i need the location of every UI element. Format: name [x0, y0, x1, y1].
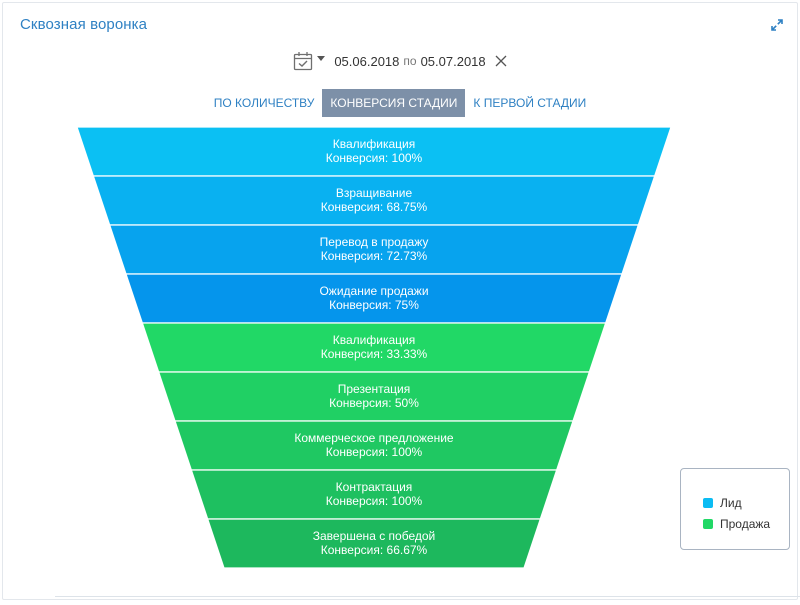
funnel-stage-label: Презентация Конверсия: 50%: [224, 382, 524, 410]
legend-label-sale: Продажа: [720, 517, 771, 531]
stage-conversion: Конверсия: 72.73%: [320, 249, 428, 263]
stage-name: Контрактация: [335, 480, 413, 494]
stage-conversion: Конверсия: 50%: [329, 396, 419, 410]
funnel-stage-label: Завершена с победой Конверсия: 66.67%: [224, 529, 524, 557]
funnel-stage-label: Взращивание Конверсия: 68.75%: [224, 186, 524, 214]
stage-name: Взращивание: [335, 186, 413, 200]
bottom-divider: [55, 596, 800, 597]
stage-name: Завершена с победой: [312, 529, 436, 543]
stage-conversion: Конверсия: 100%: [325, 445, 423, 459]
funnel-stage-label: Квалификация Конверсия: 33.33%: [224, 333, 524, 361]
legend-item-lead[interactable]: Лид: [703, 496, 742, 510]
stage-name: Презентация: [337, 382, 411, 396]
stage-name: Квалификация: [332, 333, 416, 347]
funnel-stage-label: Коммерческое предложение Конверсия: 100%: [224, 431, 524, 459]
stage-name: Квалификация: [332, 137, 416, 151]
stage-name: Перевод в продажу: [319, 235, 429, 249]
legend-item-sale[interactable]: Продажа: [703, 517, 770, 531]
stage-name: Ожидание продажи: [319, 284, 429, 298]
stage-conversion: Конверсия: 100%: [325, 494, 423, 508]
funnel-stage-label: Ожидание продажи Конверсия: 75%: [224, 284, 524, 312]
funnel-stage-label: Квалификация Конверсия: 100%: [224, 137, 524, 165]
stage-conversion: Конверсия: 100%: [325, 151, 423, 165]
funnel-stage-label: Контрактация Конверсия: 100%: [224, 480, 524, 508]
stage-conversion: Конверсия: 75%: [329, 298, 419, 312]
legend-label-lead: Лид: [720, 496, 742, 510]
stage-name: Коммерческое предложение: [294, 431, 454, 445]
funnel-stage-label: Перевод в продажу Конверсия: 72.73%: [224, 235, 524, 263]
legend-swatch-sale: [703, 519, 713, 529]
legend-swatch-lead: [703, 498, 713, 508]
chart-legend: Лид Продажа: [680, 468, 790, 550]
stage-conversion: Конверсия: 68.75%: [320, 200, 428, 214]
stage-conversion: Конверсия: 33.33%: [320, 347, 428, 361]
stage-conversion: Конверсия: 66.67%: [320, 543, 428, 557]
